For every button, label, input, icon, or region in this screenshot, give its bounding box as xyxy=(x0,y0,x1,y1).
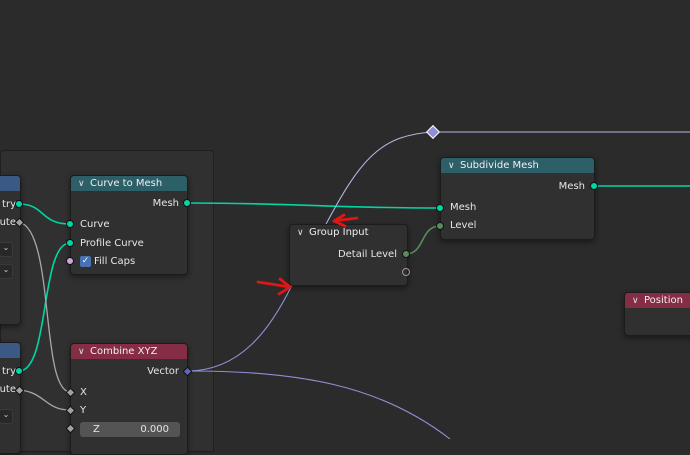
annotation-arrow-vector-wire-icon xyxy=(256,277,292,296)
annotation-layer xyxy=(256,213,359,296)
annotation-arrow-group-input-icon xyxy=(332,213,359,228)
